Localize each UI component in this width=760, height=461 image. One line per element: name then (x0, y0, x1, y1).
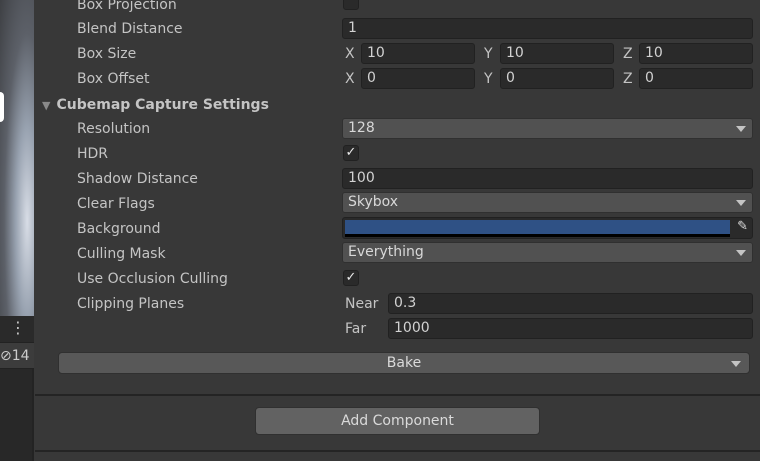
background-color-field[interactable]: ✎ (342, 217, 753, 239)
near-label: Near (345, 296, 379, 312)
box-offset-z-label: Z (623, 71, 633, 87)
culling-mask-dropdown[interactable]: Everything (342, 242, 753, 263)
eyedropper-icon[interactable]: ✎ (737, 219, 748, 234)
hdr-checkbox[interactable]: ✓ (343, 145, 359, 161)
near-field[interactable]: 0.3 (388, 293, 753, 314)
eye-slash-icon: ⊘ (0, 348, 12, 364)
scene-preview (0, 0, 34, 316)
hdr-label: HDR (77, 146, 109, 162)
box-size-label: Box Size (77, 46, 137, 62)
divider (35, 394, 760, 396)
clear-flags-value: Skybox (348, 194, 399, 210)
clear-flags-label: Clear Flags (77, 196, 155, 212)
vertical-ellipsis-icon[interactable]: ⋮ (0, 316, 34, 342)
box-size-z-label: Z (623, 46, 633, 62)
bake-label: Bake (386, 355, 422, 371)
triangle-down-icon: ▼ (42, 99, 51, 112)
chevron-down-icon (736, 250, 746, 256)
hidden-count: ⊘14 (0, 342, 34, 369)
shadow-distance-label: Shadow Distance (77, 171, 198, 187)
box-offset-x-field[interactable]: 0 (361, 68, 475, 89)
add-component-button[interactable]: Add Component (255, 407, 540, 435)
bake-button[interactable]: Bake (58, 352, 750, 374)
far-field[interactable]: 1000 (388, 318, 753, 339)
chevron-down-icon (731, 361, 741, 367)
box-size-z-field[interactable]: 10 (639, 43, 753, 64)
chevron-down-icon (736, 126, 746, 132)
box-offset-z-field[interactable]: 0 (639, 68, 753, 89)
occlusion-label: Use Occlusion Culling (77, 271, 228, 287)
shadow-distance-field[interactable]: 100 (342, 168, 753, 189)
cubemap-foldout[interactable]: ▼ Cubemap Capture Settings (42, 96, 269, 115)
culling-mask-label: Culling Mask (77, 246, 166, 262)
far-label: Far (345, 321, 367, 337)
chevron-down-icon (736, 200, 746, 206)
clipping-planes-label: Clipping Planes (77, 296, 185, 312)
resolution-label: Resolution (77, 121, 151, 137)
resolution-value: 128 (348, 120, 375, 136)
box-size-y-label: Y (484, 46, 493, 62)
occlusion-checkbox[interactable]: ✓ (343, 270, 359, 286)
box-offset-y-field[interactable]: 0 (500, 68, 614, 89)
box-offset-x-label: X (345, 71, 355, 87)
background-label: Background (77, 221, 161, 237)
box-size-y-field[interactable]: 10 (500, 43, 614, 64)
blend-distance-label: Blend Distance (77, 21, 183, 37)
clear-flags-dropdown[interactable]: Skybox (342, 192, 753, 213)
culling-mask-value: Everything (348, 244, 424, 260)
scene-preview-panel: ⋮ ⊘14 (0, 0, 34, 461)
box-offset-y-label: Y (484, 71, 493, 87)
box-offset-label: Box Offset (77, 71, 150, 87)
resolution-dropdown[interactable]: 128 (342, 118, 753, 139)
divider (35, 450, 760, 452)
box-size-x-field[interactable]: 10 (361, 43, 475, 64)
box-projection-label: Box Projection (77, 0, 177, 13)
cubemap-header: Cubemap Capture Settings (56, 97, 269, 113)
blend-distance-field[interactable]: 1 (342, 18, 753, 39)
box-projection-checkbox[interactable] (343, 0, 359, 10)
box-size-x-label: X (345, 46, 355, 62)
